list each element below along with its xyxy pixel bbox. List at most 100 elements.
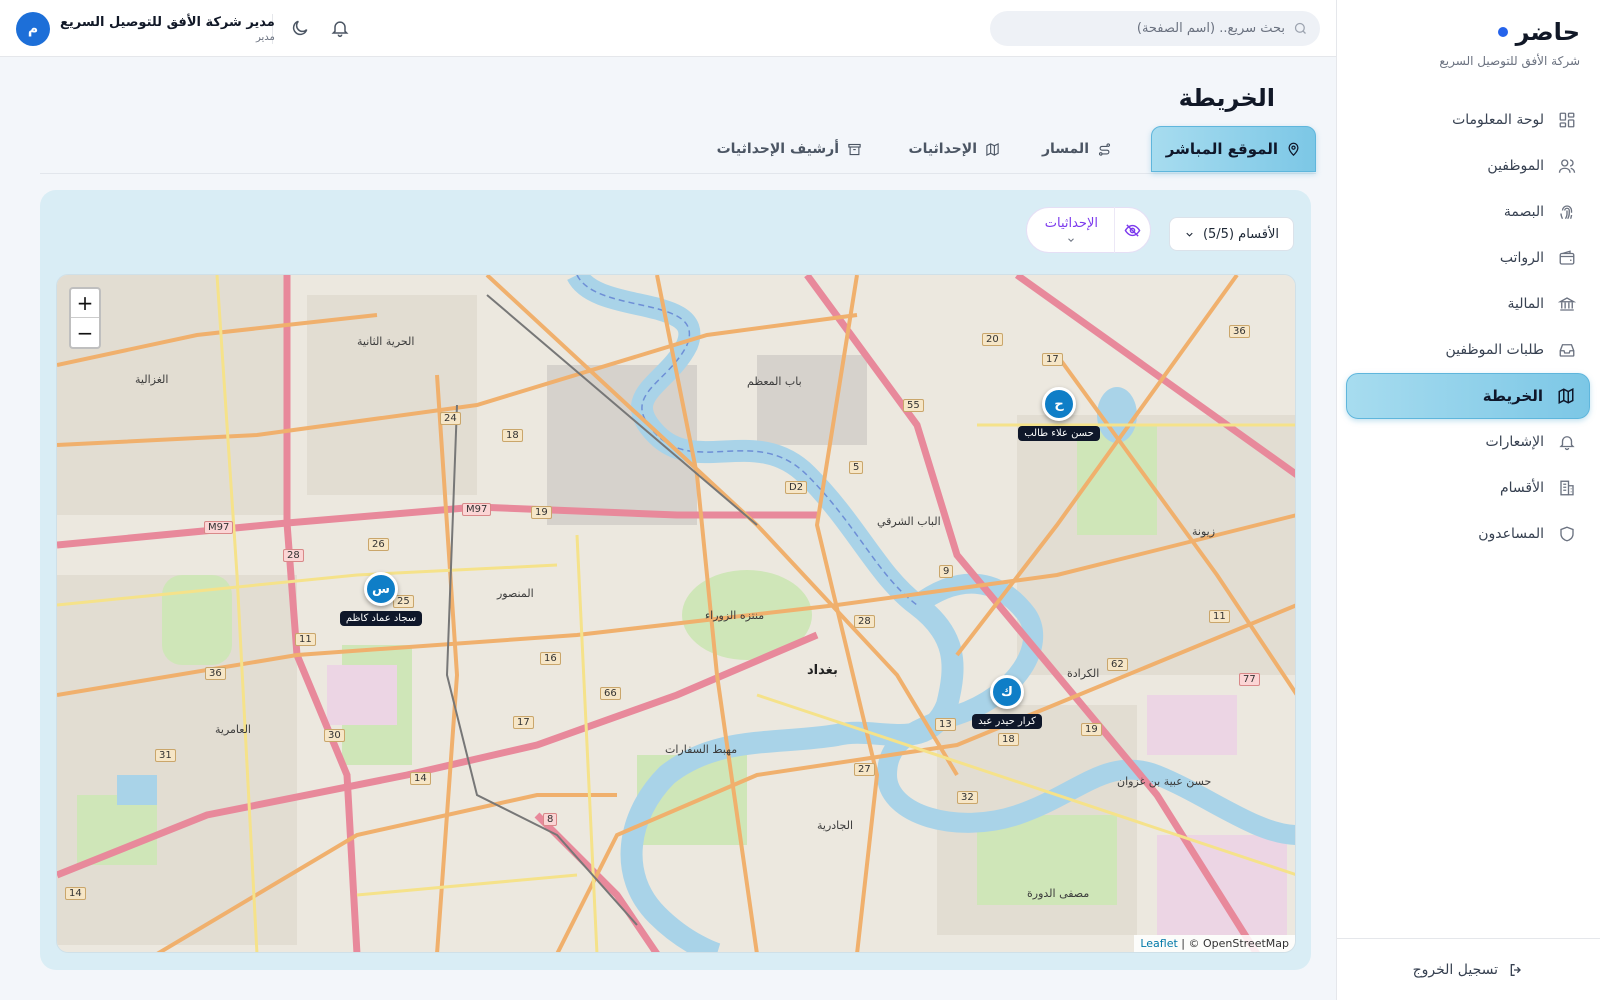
- sidebar-item-label: لوحة المعلومات: [1452, 112, 1544, 128]
- brand-dot-icon: [1497, 27, 1508, 37]
- tab-live-location[interactable]: الموقع المباشر: [1150, 126, 1316, 172]
- employee-marker[interactable]: ك كرار حيدر عبد: [947, 675, 1067, 729]
- road-shield: 28: [854, 615, 875, 628]
- brand-subtitle: شركة الأفق للتوصيل السريع: [1439, 54, 1580, 68]
- road-shield: 11: [295, 633, 316, 646]
- map-place-label: الكرادة: [1067, 667, 1100, 680]
- map-place-label: زيونة: [1192, 525, 1216, 538]
- user-menu[interactable]: م مدير شركة الأفق للتوصيل السريع مدير: [16, 12, 275, 46]
- sidebar: حاضر شركة الأفق للتوصيل السريع لوحة المع…: [1336, 0, 1600, 1000]
- sidebar-item-assistants[interactable]: المساعدون: [1346, 511, 1590, 557]
- sidebar-item-finance[interactable]: المالية: [1346, 281, 1590, 327]
- coordinates-dropdown[interactable]: الإحداثيات: [1027, 216, 1114, 245]
- moon-icon[interactable]: [290, 18, 310, 38]
- road-shield: 24: [440, 412, 461, 425]
- tab-label: المسار: [1041, 141, 1089, 157]
- zoom-in-button[interactable]: +: [71, 289, 99, 318]
- sidebar-item-employees[interactable]: الموظفين: [1346, 143, 1590, 189]
- road-shield: 14: [65, 887, 86, 900]
- marker-pin: س: [364, 572, 398, 606]
- tab-label: الإحداثيات: [908, 141, 978, 157]
- map-panel: الأقسام (5/5) الإحداثيات بغداد باب المعظ…: [40, 190, 1311, 970]
- sidebar-item-label: الموظفين: [1487, 158, 1544, 174]
- bell-icon: [1559, 436, 1575, 451]
- map-view[interactable]: بغداد باب المعظم الباب الشرقي المنصور ال…: [56, 274, 1296, 953]
- marker-label: كرار حيدر عبد: [972, 714, 1042, 729]
- sidebar-item-label: طلبات الموظفين: [1445, 342, 1545, 358]
- fingerprint-icon: [1560, 205, 1573, 220]
- sidebar-item-requests[interactable]: طلبات الموظفين: [1346, 327, 1590, 373]
- employee-marker[interactable]: س سجاد عماد كاظم: [321, 572, 441, 626]
- user-role: مدير: [255, 32, 275, 43]
- road-shield: 17: [513, 716, 534, 729]
- map-pin-icon: [1288, 142, 1299, 156]
- road-shield: 18: [502, 429, 523, 442]
- road-shield: 32: [957, 791, 978, 804]
- sidebar-item-fingerprint[interactable]: البصمة: [1346, 189, 1590, 235]
- users-icon: [1558, 159, 1576, 173]
- sidebar-item-label: المساعدون: [1478, 526, 1544, 542]
- page-title: الخريطة: [1178, 84, 1275, 112]
- logout-icon: [1510, 963, 1521, 976]
- road-shield: 66: [600, 687, 621, 700]
- map-place-label: العامرية: [215, 723, 251, 736]
- sidebar-item-map[interactable]: الخريطة: [1346, 373, 1590, 419]
- employee-marker[interactable]: ح حسن علاء طالب: [999, 387, 1119, 441]
- road-shield: 27: [854, 763, 875, 776]
- leaflet-link[interactable]: Leaflet: [1140, 937, 1177, 950]
- road-shield: 77: [1239, 673, 1260, 686]
- road-shield: 19: [1081, 723, 1102, 736]
- map-place-label: حسن عبية بن غزوان: [1117, 775, 1212, 788]
- map-place-label: الغزالية: [135, 373, 169, 386]
- road-shield: 19: [531, 506, 552, 519]
- map-icon: [1558, 388, 1574, 404]
- shield-icon: [1560, 526, 1574, 542]
- brand-title[interactable]: حاضر: [1439, 18, 1580, 46]
- map-place-label: مصفى الدورة: [1027, 887, 1090, 900]
- tab-coordinates[interactable]: الإحداثيات: [895, 126, 1015, 172]
- search-box[interactable]: [990, 11, 1320, 46]
- sidebar-nav: لوحة المعلومات الموظفين البصمة الرواتب ا…: [1336, 97, 1600, 557]
- route-icon: [1098, 142, 1111, 156]
- map-place-label: مهبط السفارات: [665, 743, 738, 756]
- road-shield: 20: [982, 333, 1003, 346]
- archive-icon: [848, 143, 861, 155]
- road-shield: 5: [849, 461, 864, 474]
- eye-off-icon: [1124, 223, 1141, 237]
- road-shield: 14: [410, 772, 431, 785]
- road-shield: 30: [324, 729, 345, 742]
- search-input[interactable]: [1002, 21, 1285, 36]
- hide-coordinates-button[interactable]: [1114, 207, 1150, 253]
- tab-route[interactable]: المسار: [1028, 126, 1126, 172]
- search-icon: [1294, 22, 1306, 34]
- sidebar-item-label: الرواتب: [1499, 250, 1544, 266]
- road-shield: 8: [543, 813, 558, 826]
- sidebar-item-label: الإشعارات: [1485, 434, 1544, 450]
- road-shield: 28: [283, 549, 304, 562]
- map-place-label: الجادرية: [817, 819, 854, 832]
- zoom-out-button[interactable]: −: [71, 318, 99, 347]
- road-shield: 26: [368, 538, 389, 551]
- bank-icon: [1558, 297, 1576, 311]
- brand-title-text: حاضر: [1515, 18, 1580, 46]
- sidebar-item-salaries[interactable]: الرواتب: [1346, 235, 1590, 281]
- sidebar-item-departments[interactable]: الأقسام: [1346, 465, 1590, 511]
- map-place-label: منتزه الزوراء: [705, 609, 765, 622]
- road-shield: D2: [785, 481, 808, 494]
- sidebar-item-dashboard[interactable]: لوحة المعلومات: [1346, 97, 1590, 143]
- bell-icon[interactable]: [330, 18, 350, 38]
- building-icon: [1560, 480, 1574, 496]
- map-tiles[interactable]: [57, 275, 1296, 953]
- road-shield: 31: [155, 749, 176, 762]
- map-place-label: بغداد: [807, 663, 838, 678]
- brand: حاضر شركة الأفق للتوصيل السريع: [1439, 18, 1580, 68]
- logout-button[interactable]: تسجيل الخروج: [1336, 938, 1600, 1000]
- road-shield: 36: [1229, 325, 1250, 338]
- sidebar-item-notifications[interactable]: الإشعارات: [1346, 419, 1590, 465]
- tab-coordinates-archive[interactable]: أرشيف الإحداثيات: [703, 126, 876, 172]
- sections-dropdown[interactable]: الأقسام (5/5): [1168, 217, 1294, 251]
- marker-pin: ك: [990, 675, 1024, 709]
- avatar: م: [16, 12, 50, 46]
- tab-label: الموقع المباشر: [1165, 140, 1278, 158]
- map-attribution: Leaflet | © OpenStreetMap: [1134, 935, 1295, 952]
